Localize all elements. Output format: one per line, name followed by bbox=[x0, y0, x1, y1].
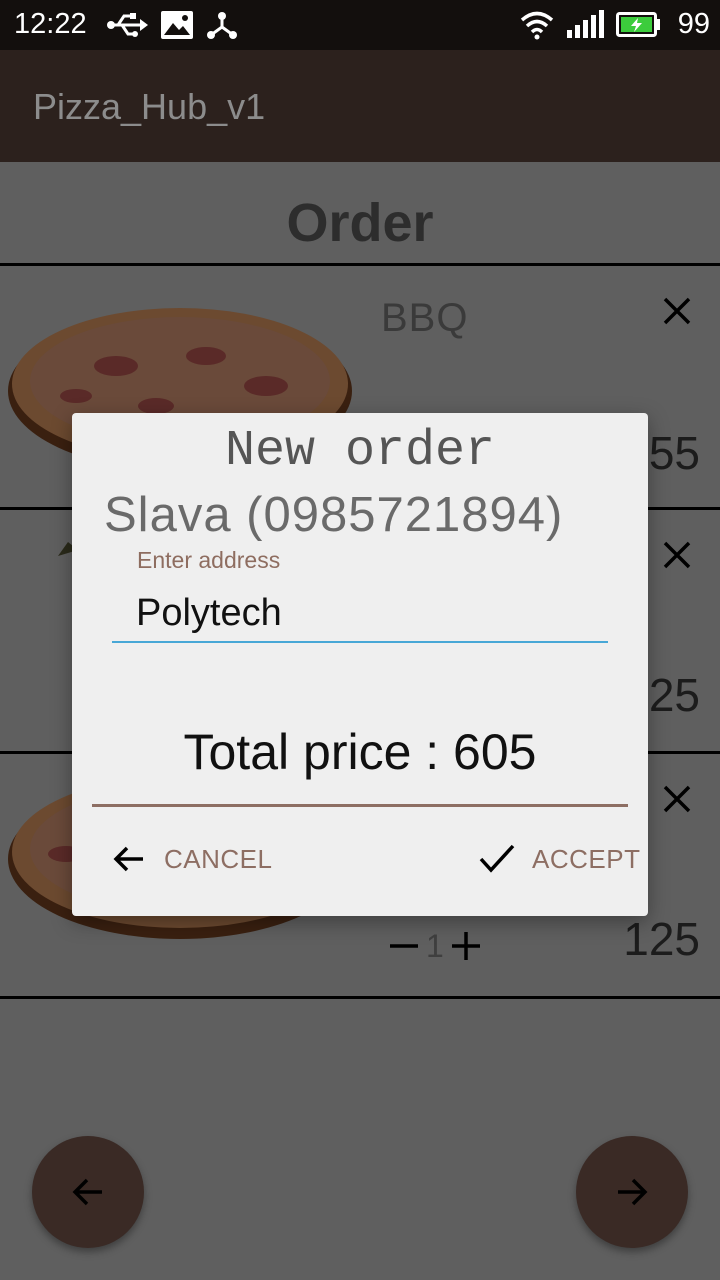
check-icon bbox=[479, 844, 515, 873]
quantity-stepper: 1 bbox=[388, 924, 482, 968]
arrow-left-icon bbox=[113, 846, 143, 872]
item-price: 125 bbox=[623, 913, 700, 965]
close-icon[interactable] bbox=[662, 540, 692, 570]
app-bar: Pizza_Hub_v1 bbox=[0, 50, 720, 162]
status-time: 12:22 bbox=[14, 8, 87, 40]
wifi-icon bbox=[520, 11, 554, 40]
close-icon[interactable] bbox=[662, 784, 692, 814]
item-price: 25 bbox=[648, 669, 700, 721]
share-icon bbox=[207, 12, 237, 39]
image-icon bbox=[161, 11, 193, 39]
status-bar: 12:22 99 bbox=[0, 0, 720, 50]
battery-level: 99 bbox=[677, 8, 710, 40]
cancel-button[interactable]: CANCEL bbox=[112, 837, 272, 881]
back-button[interactable] bbox=[32, 1136, 144, 1248]
cancel-label: CANCEL bbox=[164, 843, 273, 874]
accept-label: ACCEPT bbox=[532, 843, 641, 874]
page-title: Order bbox=[286, 193, 434, 253]
item-price: 55 bbox=[648, 427, 700, 479]
accept-button[interactable]: ACCEPT bbox=[478, 837, 640, 881]
total-price: Total price : 605 bbox=[183, 724, 537, 780]
item-name: BBQ bbox=[381, 296, 469, 340]
quantity-value: 1 bbox=[426, 927, 444, 964]
customer-info: Slava (0985721894) bbox=[104, 488, 564, 542]
close-icon[interactable] bbox=[662, 296, 692, 326]
next-button[interactable] bbox=[576, 1136, 688, 1248]
arrow-right-icon bbox=[618, 1178, 648, 1206]
address-input[interactable] bbox=[112, 589, 608, 643]
app-title: Pizza_Hub_v1 bbox=[33, 86, 266, 127]
arrow-left-icon bbox=[72, 1178, 102, 1206]
divider bbox=[92, 804, 628, 807]
plus-icon[interactable] bbox=[450, 930, 482, 962]
minus-icon[interactable] bbox=[388, 930, 420, 962]
battery-icon bbox=[616, 12, 660, 37]
dialog-title: New order bbox=[224, 423, 496, 480]
signal-icon bbox=[567, 10, 604, 38]
usb-icon bbox=[107, 13, 148, 37]
address-label: Enter address bbox=[137, 547, 281, 573]
new-order-dialog: New order Slava (0985721894) Enter addre… bbox=[72, 413, 648, 916]
